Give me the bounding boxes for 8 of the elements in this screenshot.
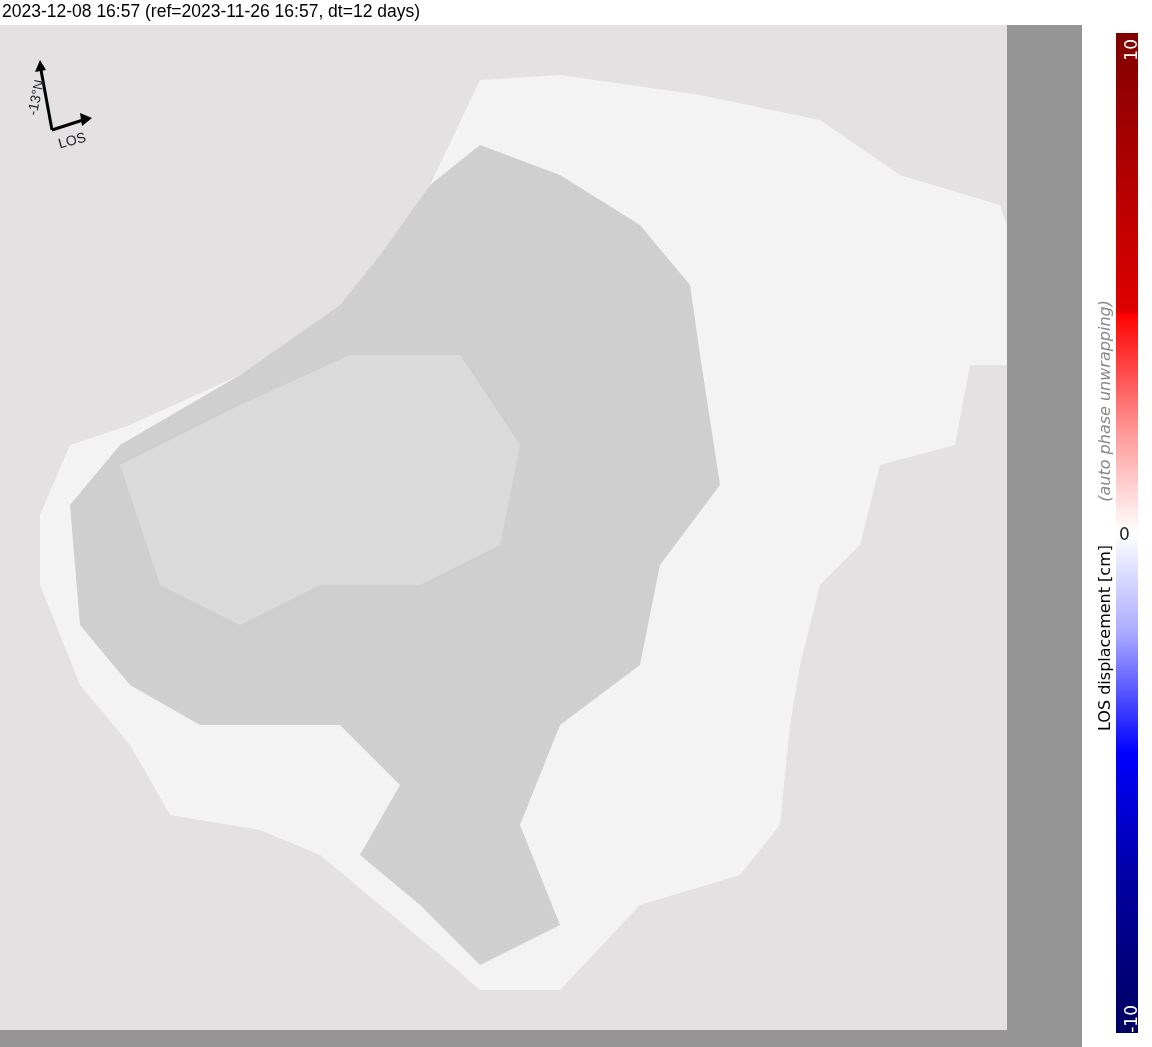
los-direction-label: LOS [55,127,89,154]
colorbar-max-label: 10 [1120,39,1142,61]
figure-title: 2023-12-08 16:57 (ref=2023-11-26 16:57, dt=12 days) [1,0,422,23]
colorbar-axis-label: LOS displacement [cm] [1094,545,1115,731]
north-angle-label: -13°N [22,77,49,118]
colorbar-min-label: -10 [1120,1005,1142,1033]
colorbar-zero-label: 0 [1119,523,1130,546]
colorbar-note: (auto phase unwrapping) [1094,300,1115,502]
